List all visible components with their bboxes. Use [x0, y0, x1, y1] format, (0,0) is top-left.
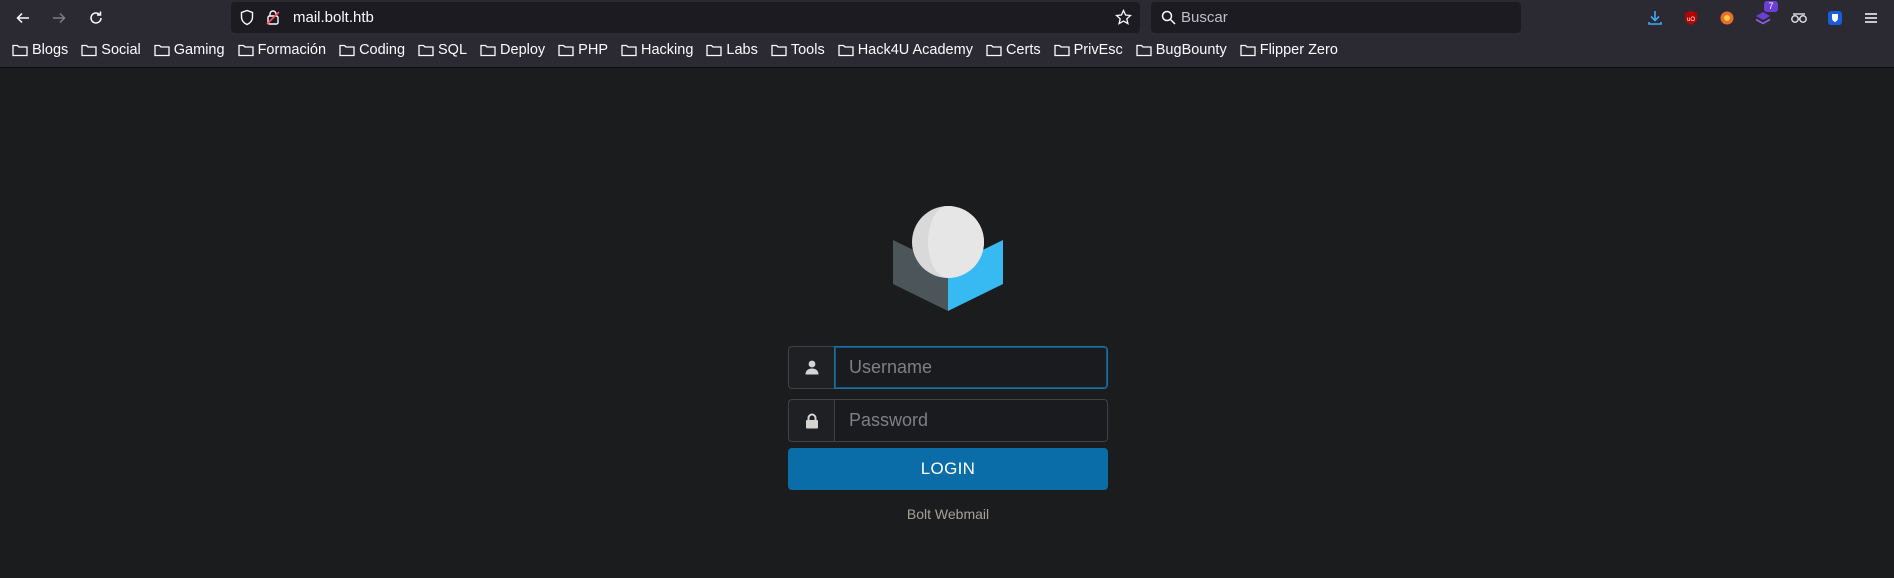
layers-extension-icon[interactable]: 7 [1754, 1, 1778, 27]
svg-text:uO: uO [1687, 17, 1695, 23]
folder-icon [154, 44, 170, 57]
search-bar[interactable]: Buscar [1151, 2, 1521, 33]
bookmark-label: Flipper Zero [1259, 42, 1338, 58]
folder-icon [986, 44, 1002, 57]
fox-extension-icon[interactable] [1718, 9, 1736, 27]
search-placeholder[interactable]: Buscar [1181, 9, 1228, 26]
folder-icon [418, 44, 434, 57]
search-icon [1161, 10, 1176, 25]
bookmark-folder[interactable]: Social [81, 42, 141, 58]
roundcube-logo [893, 206, 1003, 311]
folder-icon [558, 44, 574, 57]
folder-icon [339, 44, 355, 57]
bookmark-folder[interactable]: Deploy [480, 42, 545, 58]
bookmark-folder[interactable]: Tools [771, 42, 825, 58]
menu-icon[interactable] [1862, 9, 1880, 27]
username-addon [788, 346, 834, 389]
bookmark-label: Hacking [641, 42, 694, 58]
bookmark-label: Blogs [32, 42, 69, 58]
spy-extension-icon[interactable] [1790, 9, 1808, 27]
bookmarks-list: Blogs Social Gaming Formación Coding SQL Deplo… [12, 42, 1351, 58]
bookmark-label: SQL [438, 42, 468, 58]
bookmark-folder[interactable]: Flipper Zero [1240, 42, 1338, 58]
bookmark-label: BugBounty [1155, 42, 1227, 58]
bookmark-folder[interactable]: Gaming [154, 42, 225, 58]
folder-icon [1136, 44, 1152, 57]
bookmark-folder[interactable]: PHP [558, 42, 608, 58]
bookmark-label: PHP [578, 42, 608, 58]
folder-icon [1240, 44, 1256, 57]
bookmarks-toolbar: Blogs Social Gaming Formación Coding SQL Deplo… [0, 36, 1894, 68]
reload-button[interactable] [84, 6, 108, 30]
folder-icon [621, 44, 637, 57]
url-text[interactable]: mail.bolt.htb [293, 9, 374, 26]
password-input[interactable] [834, 399, 1108, 442]
bookmark-folder[interactable]: Hacking [621, 42, 693, 58]
bookmark-folder[interactable]: Hack4U Academy [838, 42, 973, 58]
browser-toolbar: mail.bolt.htb Buscar uO 7 [0, 0, 1894, 36]
folder-icon [838, 44, 854, 57]
bookmark-label: Social [101, 42, 141, 58]
bookmark-label: Labs [726, 42, 758, 58]
bookmark-folder[interactable]: Coding [339, 42, 405, 58]
user-icon [805, 360, 818, 375]
bookmark-folder[interactable]: Blogs [12, 42, 68, 58]
bookmark-folder[interactable]: Formación [237, 42, 327, 58]
folder-icon [81, 44, 97, 57]
username-field [788, 346, 1108, 389]
bitwarden-icon[interactable] [1826, 9, 1844, 27]
bookmark-label: Coding [359, 42, 406, 58]
bookmark-label: Gaming [173, 42, 225, 58]
reload-icon [90, 11, 102, 24]
ublock-origin-icon[interactable]: uO [1682, 9, 1700, 27]
bookmark-folder[interactable]: PrivEsc [1053, 42, 1123, 58]
lock-icon [805, 413, 818, 428]
arrow-left-icon [16, 12, 29, 24]
password-addon [788, 399, 834, 442]
bookmark-label: Certs [1005, 42, 1041, 58]
password-field [788, 399, 1108, 442]
back-button[interactable] [11, 6, 35, 30]
bookmark-label: Hack4U Academy [857, 42, 973, 58]
bookmark-label: PrivEsc [1073, 42, 1123, 58]
login-button[interactable]: LOGIN [788, 448, 1108, 490]
folder-icon [12, 44, 28, 57]
bookmark-label: Formación [257, 42, 327, 58]
bookmark-folder[interactable]: BugBounty [1136, 42, 1227, 58]
bookmark-folder[interactable]: SQL [418, 42, 467, 58]
folder-icon [480, 44, 496, 57]
bookmark-label: Deploy [500, 42, 546, 58]
folder-icon [1053, 44, 1070, 57]
shield-icon[interactable] [239, 9, 255, 26]
address-bar[interactable]: mail.bolt.htb [231, 2, 1140, 33]
downloads-icon[interactable] [1646, 9, 1664, 27]
bookmark-label: Tools [790, 42, 825, 58]
bookmark-folder[interactable]: Labs [706, 42, 758, 58]
product-name-footer: Bolt Webmail [906, 506, 990, 522]
username-input[interactable] [834, 346, 1108, 389]
bookmark-folder[interactable]: Certs [986, 42, 1041, 58]
bookmark-star-icon[interactable] [1115, 9, 1132, 26]
folder-icon [771, 44, 787, 57]
extension-badge: 7 [1764, 1, 1778, 12]
arrow-right-icon [53, 12, 66, 24]
forward-button[interactable] [47, 6, 71, 30]
insecure-lock-icon[interactable] [265, 9, 281, 26]
folder-icon [237, 44, 254, 57]
folder-icon [706, 44, 723, 57]
